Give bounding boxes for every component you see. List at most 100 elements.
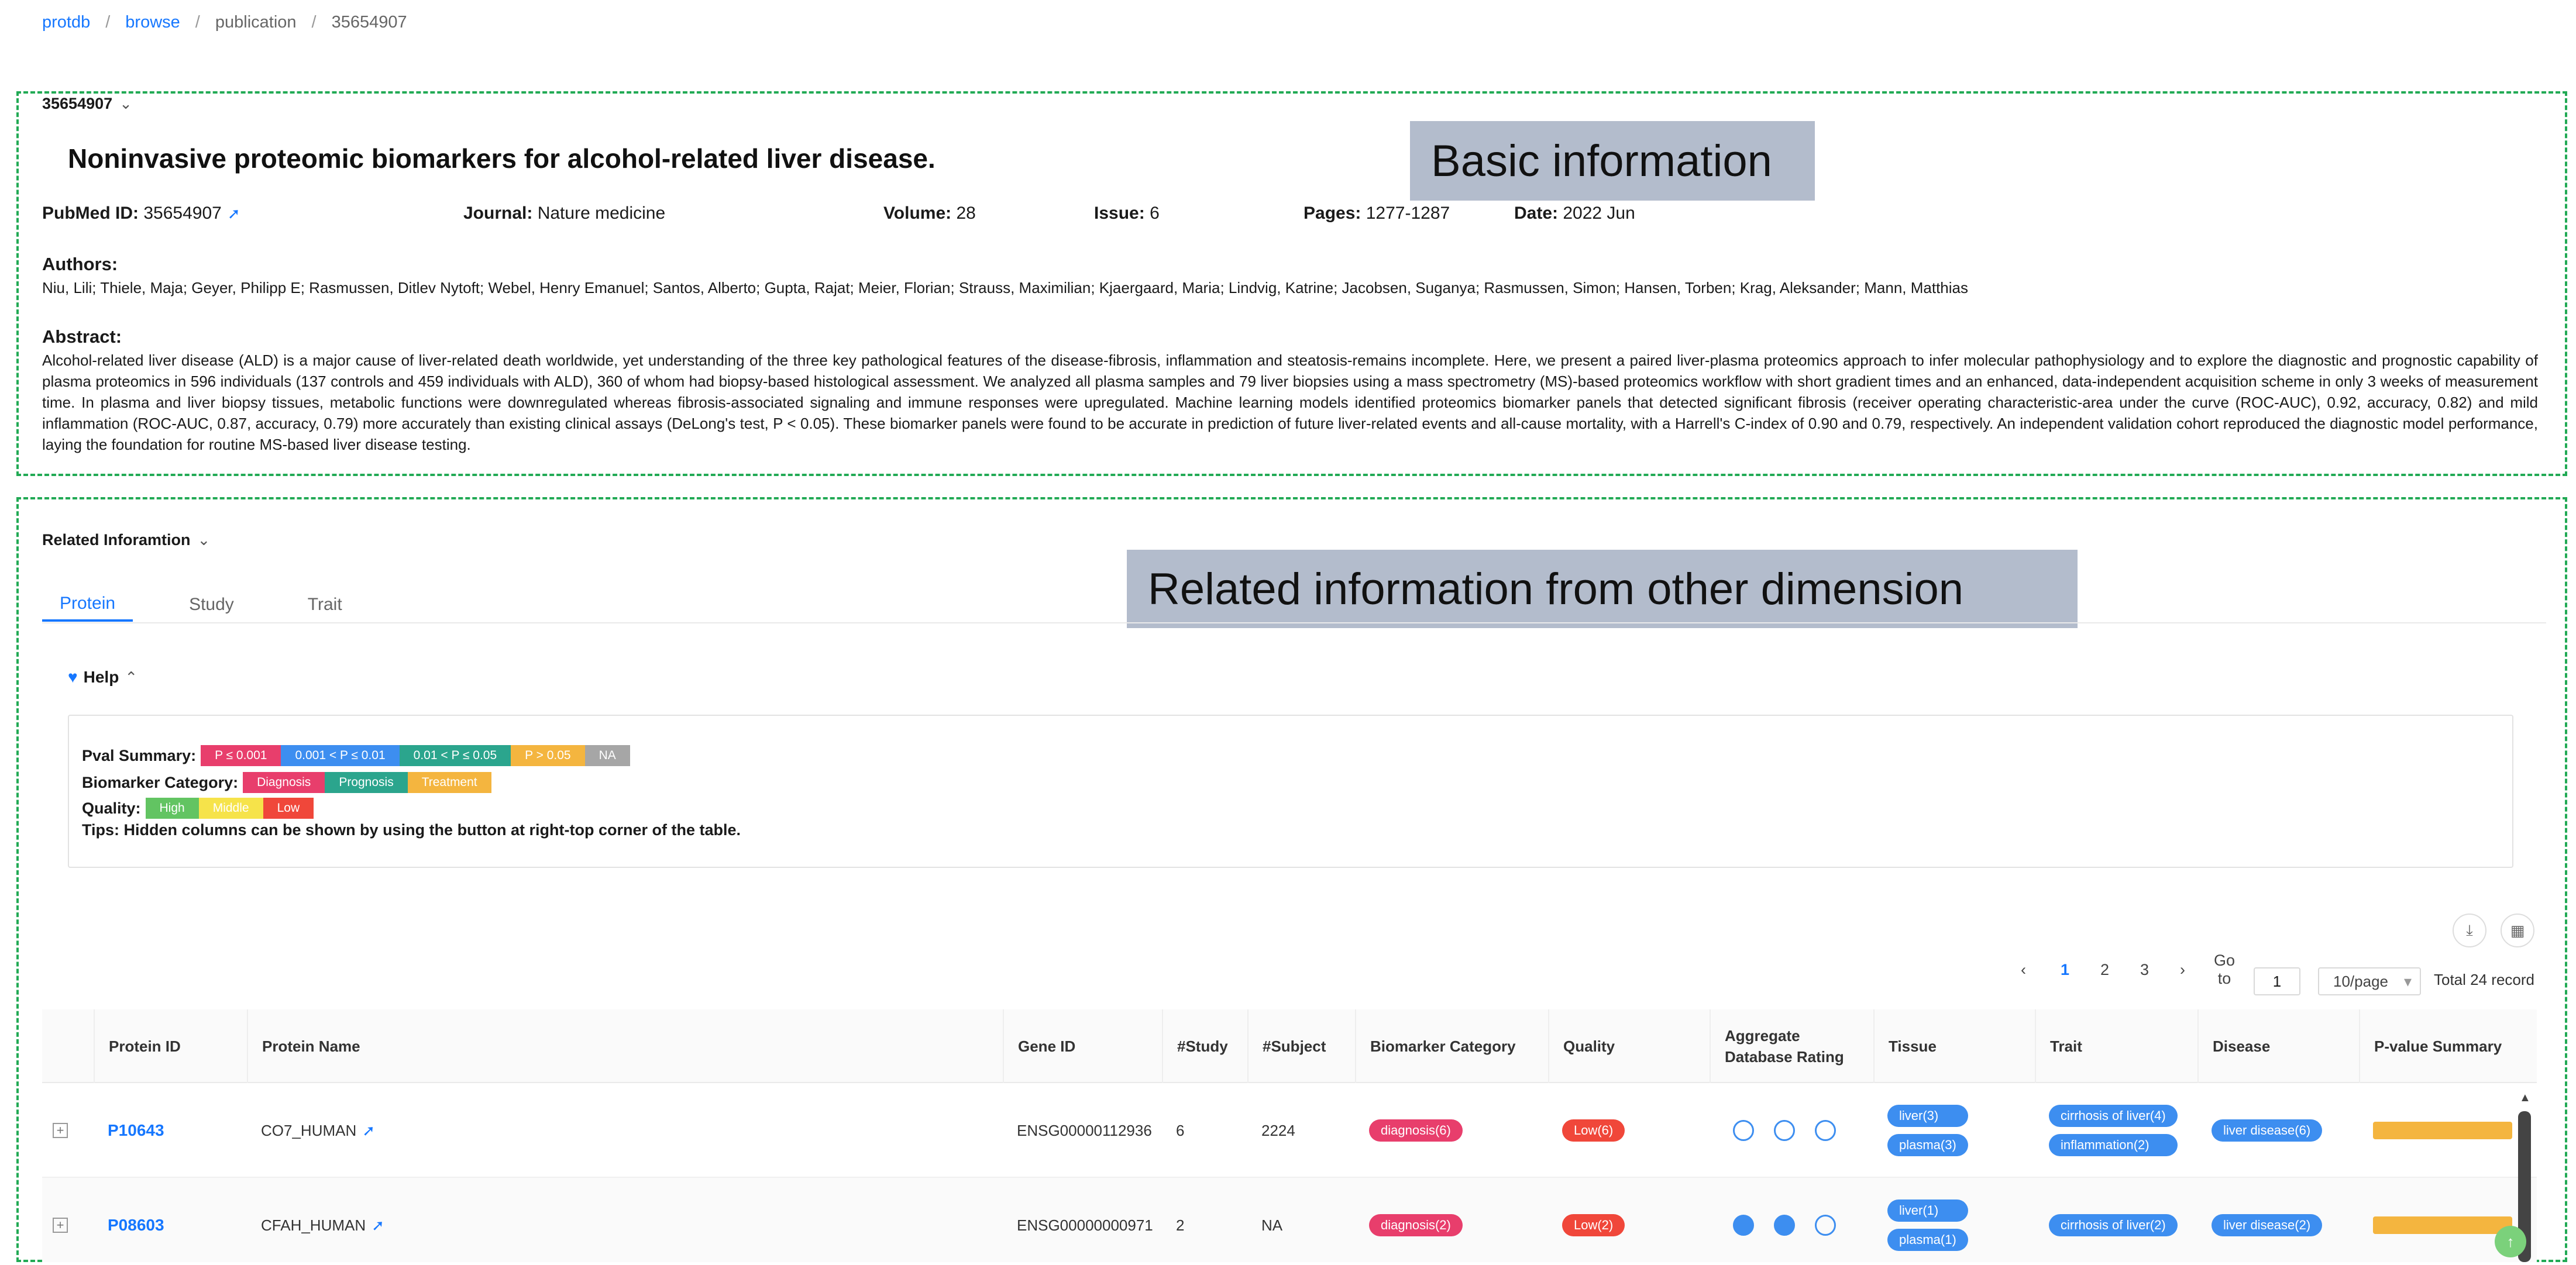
tab-study[interactable]: Study [133, 588, 252, 622]
rating-circle [1774, 1120, 1795, 1141]
volume-label: Volume: [883, 204, 952, 223]
column-header-study[interactable]: #Study [1162, 1009, 1247, 1083]
publication-section-header[interactable]: 35654907 ⌄ [42, 95, 132, 113]
expand-row-icon[interactable]: + [53, 1123, 68, 1138]
quality-pill-high: High [145, 798, 199, 819]
breadcrumb-separator: / [195, 13, 200, 32]
column-header-tissue[interactable]: Tissue [1873, 1009, 2035, 1083]
journal-label: Journal: [463, 204, 533, 223]
trait-tags: cirrhosis of liver(4) inflammation(2) [2049, 1105, 2178, 1156]
quality-legend: Quality: High Middle Low [82, 798, 314, 819]
pages-field: Pages: 1277-1287 [1304, 204, 1450, 223]
chevron-down-icon[interactable]: ⌄ [198, 531, 211, 549]
category-pill-prognosis: Prognosis [325, 772, 408, 793]
quality-legend-label: Quality: [82, 799, 141, 817]
study-count-cell: 6 [1176, 1121, 1185, 1139]
page-3[interactable]: 3 [2140, 961, 2149, 979]
page-2[interactable]: 2 [2100, 961, 2109, 979]
column-header-disease[interactable]: Disease [2197, 1009, 2359, 1083]
category-tag: diagnosis(6) [1369, 1119, 1463, 1142]
pval-pill-1: P ≤ 0.001 [201, 745, 281, 766]
expand-row-icon[interactable]: + [53, 1218, 68, 1233]
protein-id-cell: P08603 [94, 1178, 247, 1262]
tissue-cell: liver(3) plasma(3) [1873, 1083, 2035, 1178]
pvalue-summary-bar [2373, 1216, 2512, 1234]
chevron-down-icon[interactable]: ⌄ [119, 95, 132, 113]
rating-cell [1710, 1178, 1873, 1262]
tab-protein[interactable]: Protein [42, 588, 133, 622]
column-header-biomarker-category[interactable]: Biomarker Category [1355, 1009, 1548, 1083]
gene-id-cell: ENSG00000112936 [1017, 1121, 1152, 1139]
related-section-header[interactable]: Related Inforamtion ⌄ [42, 531, 210, 549]
quality-pill-middle: Middle [198, 798, 263, 819]
total-records: Total 24 record [2434, 971, 2534, 988]
column-header-subject[interactable]: #Subject [1247, 1009, 1355, 1083]
related-tabs: Protein Study Trait [42, 588, 360, 622]
pages-value: 1277-1287 [1366, 204, 1450, 223]
heart-icon: ♥ [68, 668, 78, 686]
back-to-top-icon[interactable]: ↑ [2495, 1226, 2526, 1257]
tissue-tag: plasma(3) [1887, 1134, 1968, 1156]
expand-cell: + [42, 1083, 94, 1178]
breadcrumb-link-protdb[interactable]: protdb [42, 13, 90, 32]
authors-label: Authors: [42, 254, 118, 274]
tab-trait[interactable]: Trait [252, 588, 360, 622]
external-link-icon[interactable]: ➚ [362, 1122, 375, 1140]
column-header-gene-id[interactable]: Gene ID [1003, 1009, 1162, 1083]
category-cell: diagnosis(2) [1355, 1178, 1548, 1262]
column-header-protein-name[interactable]: Protein Name [247, 1009, 1003, 1083]
date-label: Date: [1514, 204, 1559, 223]
column-header-protein-id[interactable]: Protein ID [94, 1009, 247, 1083]
column-settings-icon[interactable]: ▦ [2501, 914, 2534, 947]
table-header: Protein ID Protein Name Gene ID #Study #… [42, 1009, 2537, 1083]
column-header-quality[interactable]: Quality [1548, 1009, 1710, 1083]
column-header-trait[interactable]: Trait [2035, 1009, 2197, 1083]
download-icon[interactable]: ⤓ [2453, 914, 2486, 947]
page-size-select[interactable]: 10/page ▾ [2318, 967, 2421, 995]
category-legend: Biomarker Category: Diagnosis Prognosis … [82, 772, 491, 793]
publication-meta: PubMed ID: 35654907 ➚ Journal: Nature med… [0, 204, 2576, 227]
basic-information-callout: Basic information [1410, 121, 1815, 201]
pubmed-label: PubMed ID: [42, 204, 139, 223]
next-page-icon[interactable]: › [2180, 961, 2185, 979]
prev-page-icon[interactable]: ‹ [2021, 961, 2026, 979]
external-link-icon[interactable]: ➚ [372, 1216, 384, 1235]
rating-circle [1774, 1215, 1795, 1236]
protein-id-cell: P10643 [94, 1083, 247, 1178]
trait-tag: cirrhosis of liver(2) [2049, 1214, 2178, 1236]
protein-id-link[interactable]: P10643 [108, 1121, 164, 1140]
protein-id-link[interactable]: P08603 [108, 1216, 164, 1235]
tissue-tags: liver(1) plasma(1) [1887, 1199, 1968, 1251]
caret-down-icon: ▾ [2403, 973, 2412, 990]
trait-cell: cirrhosis of liver(4) inflammation(2) [2035, 1083, 2197, 1178]
breadcrumb-separator: / [105, 13, 111, 32]
table-row[interactable]: + P08603 CFAH_HUMAN ➚ ENSG00000000971 2 N… [42, 1178, 2537, 1262]
external-link-icon[interactable]: ➚ [228, 205, 240, 222]
trait-cell: cirrhosis of liver(2) [2035, 1178, 2197, 1262]
publication-title: Noninvasive proteomic biomarkers for alc… [68, 143, 936, 174]
disease-cell: liver disease(2) [2197, 1178, 2359, 1262]
pubmed-id-link[interactable]: 35654907 [143, 204, 221, 223]
quality-tag: Low(2) [1562, 1214, 1625, 1236]
expand-column-header [42, 1009, 94, 1083]
scroll-up-icon[interactable]: ▲ [2519, 1091, 2531, 1105]
help-toggle[interactable]: ♥ Help ⌃ [68, 668, 137, 687]
trait-tag: cirrhosis of liver(4) [2049, 1105, 2178, 1127]
column-header-pvalue[interactable]: P-value Summary [2359, 1009, 2520, 1083]
tissue-tag: plasma(1) [1887, 1229, 1968, 1251]
breadcrumb-link-browse[interactable]: browse [125, 13, 180, 32]
date-field: Date: 2022 Jun [1514, 204, 1635, 223]
page-1[interactable]: 1 [2061, 961, 2069, 979]
publication-section-id: 35654907 [42, 95, 113, 112]
goto-page-input[interactable]: 1 [2254, 967, 2300, 995]
rating-cell [1710, 1083, 1873, 1178]
column-header-rating[interactable]: Aggregate Database Rating [1710, 1009, 1873, 1083]
pval-legend: Pval Summary: P ≤ 0.001 0.001 < P ≤ 0.01… [82, 745, 630, 766]
category-cell: diagnosis(6) [1355, 1083, 1548, 1178]
quality-cell: Low(6) [1548, 1083, 1710, 1178]
disease-cell: liver disease(6) [2197, 1083, 2359, 1178]
table-row[interactable]: + P10643 CO7_HUMAN ➚ ENSG00000112936 6 22… [42, 1083, 2537, 1178]
quality-tag: Low(6) [1562, 1119, 1625, 1142]
protein-name: CFAH_HUMAN [261, 1216, 366, 1234]
quality-pill-low: Low [263, 798, 314, 819]
